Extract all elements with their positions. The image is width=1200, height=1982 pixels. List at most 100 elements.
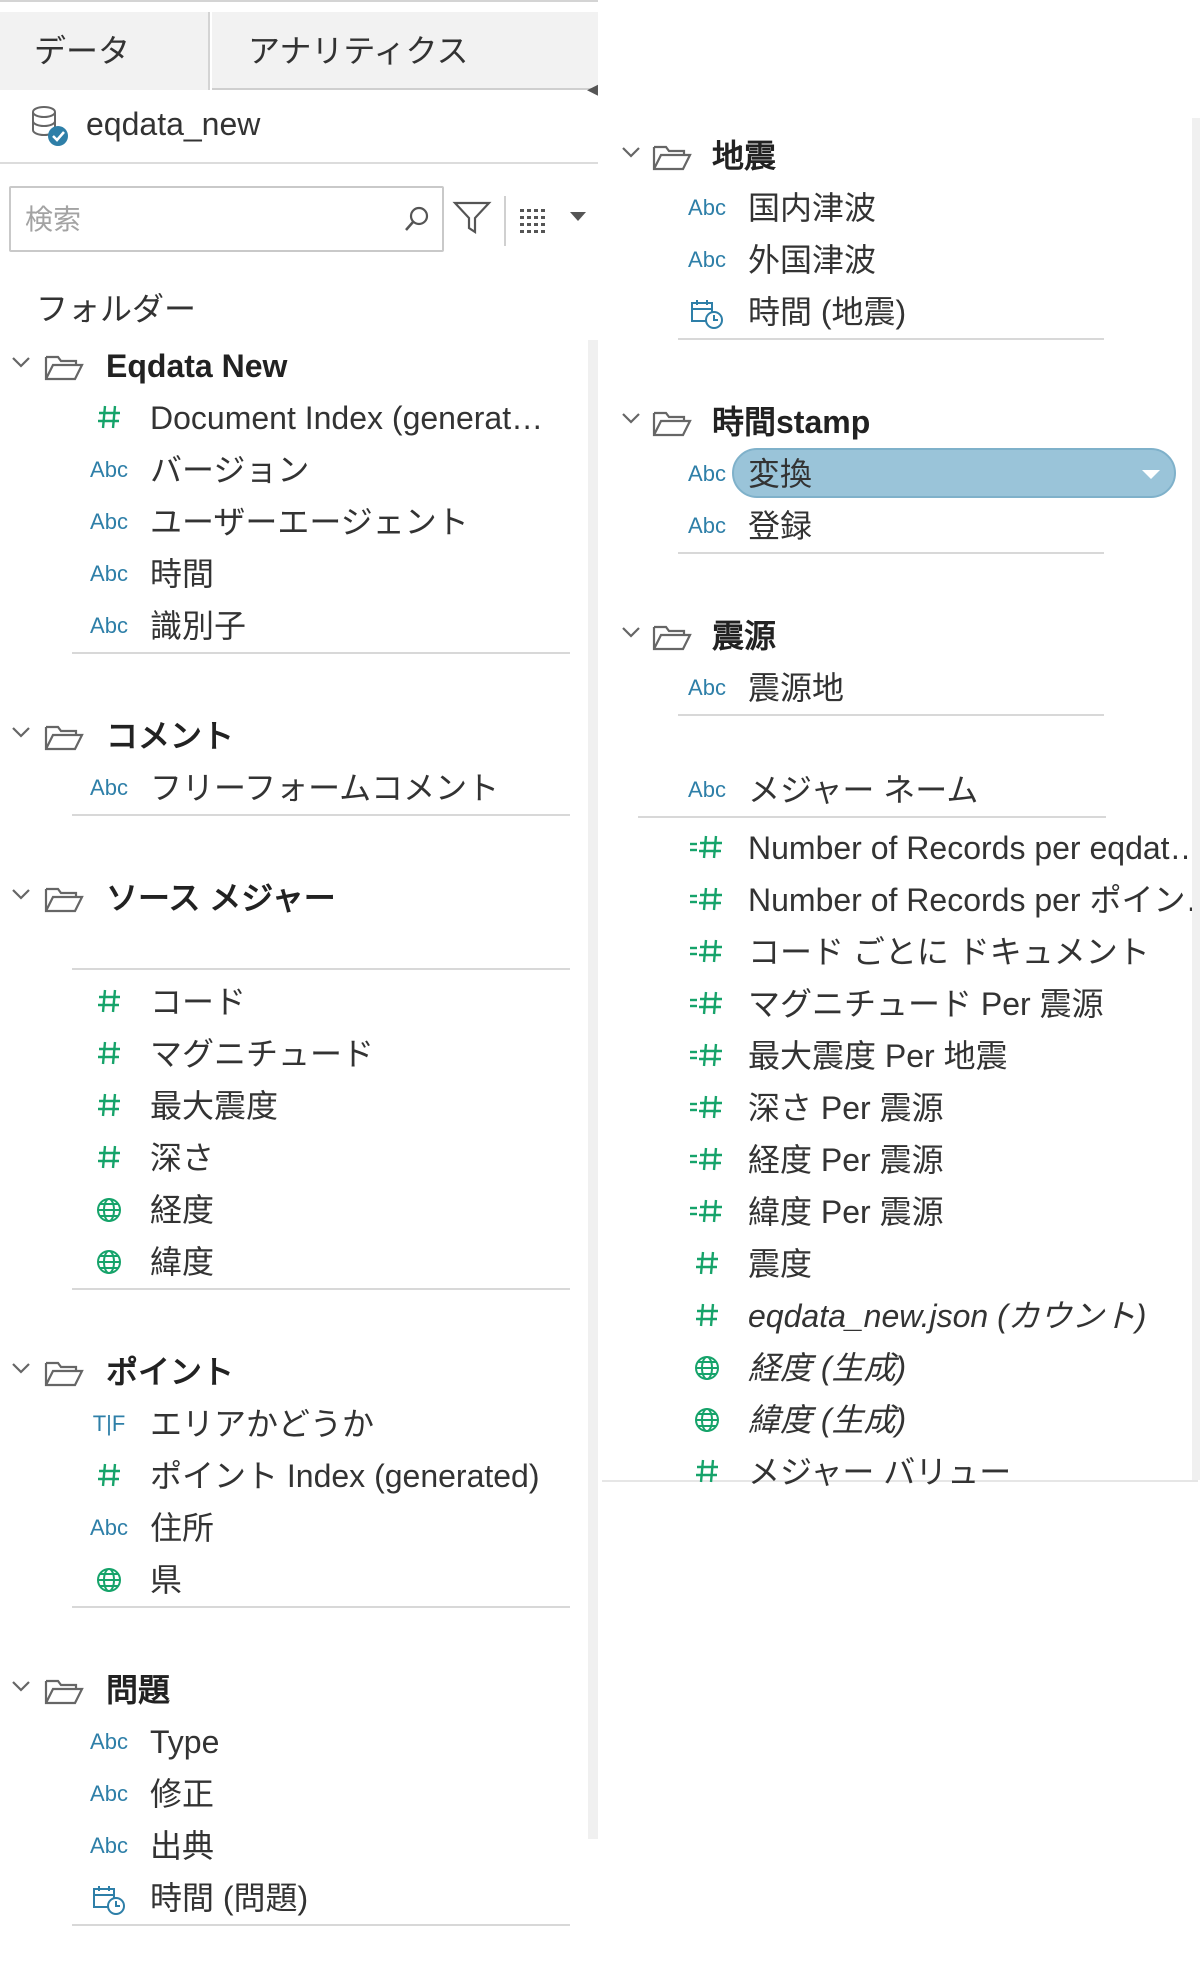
measure-item[interactable]: マグニチュード Per 震源	[602, 978, 1190, 1030]
chevron-down-icon[interactable]	[620, 144, 642, 165]
folder-header[interactable]: 問題	[0, 1664, 588, 1716]
field-item[interactable]: 県	[0, 1554, 588, 1606]
divider	[638, 816, 1106, 818]
folder-header[interactable]: ポイント	[0, 1346, 588, 1398]
field-item[interactable]: 経度	[0, 1184, 588, 1236]
field-item[interactable]: 深さ	[0, 1132, 588, 1184]
field-name: Number of Records per eqdat…	[748, 830, 1200, 866]
measure-item[interactable]: 経度 (生成)	[602, 1342, 1190, 1394]
number-type-icon	[84, 1040, 134, 1073]
folder-header[interactable]: Eqdata New	[0, 340, 588, 392]
measure-item[interactable]: 緯度 (生成)	[602, 1394, 1190, 1446]
chevron-down-icon[interactable]	[570, 212, 586, 221]
field-item[interactable]: Abc フリーフォームコメント	[0, 762, 588, 814]
measure-item[interactable]: コード ごとに ドキュメント	[602, 926, 1190, 978]
folder-title: 問題	[106, 1672, 171, 1708]
calculated-number-icon	[682, 886, 732, 919]
folder-header[interactable]: 地震	[602, 130, 1190, 182]
search-icon[interactable]	[402, 204, 432, 239]
measure-item[interactable]: Number of Records per eqdat…	[602, 822, 1200, 874]
field-item[interactable]: Abc 変換	[602, 448, 1190, 500]
chevron-down-icon[interactable]	[10, 1678, 32, 1699]
field-name: 深さ	[150, 1140, 215, 1176]
field-item[interactable]: Abc 登録	[602, 500, 1190, 552]
field-name: 経度	[150, 1192, 215, 1228]
chevron-down-icon[interactable]	[1142, 470, 1160, 479]
toolbar-divider	[504, 196, 506, 246]
field-name: Number of Records per ポイン…	[748, 882, 1200, 918]
folder-header[interactable]: コメント	[0, 710, 588, 762]
folder-open-icon	[652, 408, 692, 443]
field-list-continued: 地震 Abc 国内津波 Abc 外国津波 時間 (地震) 時間stamp Abc 変換 Abc 登録…	[602, 118, 1200, 1490]
field-name: 県	[150, 1562, 183, 1598]
measure-item[interactable]: eqdata_new.json (カウント)	[602, 1290, 1190, 1342]
measure-item[interactable]: 深さ Per 震源	[602, 1082, 1190, 1134]
chevron-down-icon[interactable]	[620, 624, 642, 645]
view-list-icon[interactable]	[518, 206, 552, 241]
field-item[interactable]: Abc 出典	[0, 1820, 588, 1872]
field-item[interactable]: T|F エリアかどうか	[0, 1398, 588, 1450]
pane-tabs: データ アナリティクス ◂	[0, 0, 598, 101]
folders-label: フォルダー	[36, 291, 197, 327]
measure-item[interactable]: 震度	[602, 1238, 1190, 1290]
field-item-measure-names[interactable]: Abc メジャー ネーム	[602, 764, 1190, 816]
chevron-down-icon[interactable]	[10, 724, 32, 745]
date-time-icon	[682, 298, 732, 337]
folder-group: ポイント T|F エリアかどうか ポイント Index (generated) Abc 住…	[0, 1346, 588, 1664]
filter-icon[interactable]	[452, 200, 492, 241]
data-pane-right: 地震 Abc 国内津波 Abc 外国津波 時間 (地震) 時間stamp Abc 変換 Abc 登録…	[598, 0, 1200, 1839]
field-item[interactable]: Abc 修正	[0, 1768, 588, 1820]
folder-header[interactable]: 時間stamp	[602, 396, 1190, 448]
data-source-row[interactable]: eqdata_new	[0, 92, 598, 164]
field-item[interactable]: Abc 国内津波	[602, 182, 1190, 234]
folder-header[interactable]: 震源	[602, 610, 1190, 662]
field-item[interactable]: Abc 外国津波	[602, 234, 1190, 286]
folder-group: コメント Abc フリーフォームコメント	[0, 710, 588, 872]
field-name: 緯度	[150, 1244, 215, 1280]
string-type-icon: Abc	[90, 457, 128, 482]
string-type-icon: Abc	[688, 513, 726, 538]
string-type-icon: Abc	[90, 775, 128, 800]
chevron-down-icon[interactable]	[10, 1360, 32, 1381]
measure-item[interactable]: 最大震度 Per 地震	[602, 1030, 1190, 1082]
field-name: 震度	[748, 1246, 813, 1282]
chevron-down-icon[interactable]	[10, 886, 32, 907]
field-item[interactable]: 時間 (地震)	[602, 286, 1190, 338]
chevron-down-icon[interactable]	[10, 354, 32, 375]
measure-item[interactable]: Number of Records per ポイン…	[602, 874, 1200, 926]
field-item[interactable]: 時間 (問題)	[0, 1872, 588, 1924]
string-type-icon: Abc	[90, 1781, 128, 1806]
scrollbar[interactable]	[1192, 118, 1200, 1480]
scrollbar[interactable]	[588, 340, 598, 1839]
number-type-icon	[84, 988, 134, 1021]
folder-group: 問題 Abc Type Abc 修正 Abc 出典 時間 (問題)	[0, 1664, 588, 1982]
search-input[interactable]	[23, 196, 397, 244]
measure-item[interactable]: 緯度 Per 震源	[602, 1186, 1190, 1238]
field-item[interactable]: Abc ユーザーエージェント	[0, 496, 588, 548]
string-type-icon: Abc	[688, 461, 726, 486]
number-type-icon	[84, 404, 134, 437]
field-item[interactable]: コード	[0, 976, 588, 1028]
field-item[interactable]: マグニチュード	[0, 1028, 588, 1080]
chevron-down-icon[interactable]	[620, 410, 642, 431]
field-item[interactable]: ポイント Index (generated)	[0, 1450, 588, 1502]
field-item[interactable]: Abc 識別子	[0, 600, 588, 652]
measure-item[interactable]: メジャー バリュー	[602, 1446, 1190, 1498]
field-item[interactable]: Abc Type	[0, 1716, 588, 1768]
field-item[interactable]: Abc バージョン	[0, 444, 588, 496]
tab-analytics[interactable]: アナリティクス ◂	[212, 12, 598, 101]
string-type-icon: Abc	[90, 1515, 128, 1540]
folder-header[interactable]: ソース メジャー	[0, 872, 588, 924]
divider	[72, 968, 570, 970]
field-item[interactable]: Abc 時間	[0, 548, 588, 600]
field-name: コード	[150, 984, 247, 1020]
tab-data[interactable]: データ	[0, 12, 210, 90]
field-item[interactable]: 最大震度	[0, 1080, 588, 1132]
folder-open-icon	[44, 884, 84, 919]
measure-item[interactable]: 経度 Per 震源	[602, 1134, 1190, 1186]
field-item[interactable]: Document Index (generat…	[0, 392, 588, 444]
field-name: マグニチュード Per 震源	[748, 986, 1104, 1022]
field-item[interactable]: 緯度	[0, 1236, 588, 1288]
field-item[interactable]: Abc 住所	[0, 1502, 588, 1554]
field-item[interactable]: Abc 震源地	[602, 662, 1190, 714]
